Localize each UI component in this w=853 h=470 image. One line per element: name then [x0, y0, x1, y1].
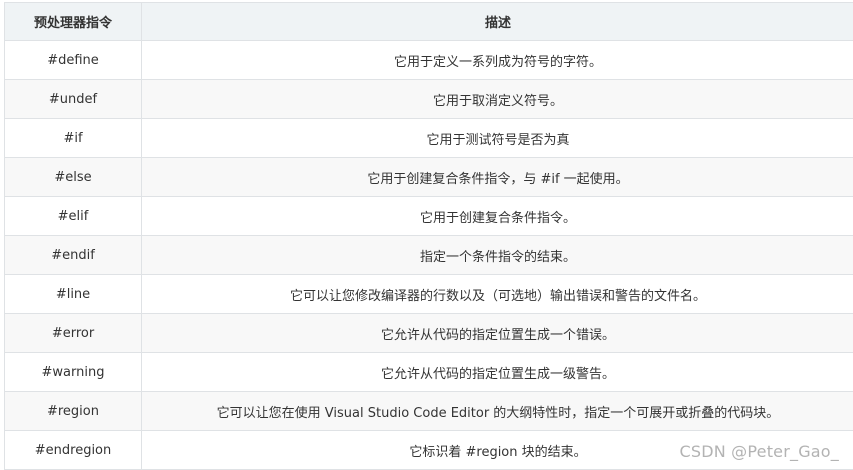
table-row: #if 它用于测试符号是否为真 [5, 119, 853, 158]
table-row: #elif 它用于创建复合条件指令。 [5, 197, 853, 236]
description-cell: 它用于测试符号是否为真 [426, 132, 570, 148]
table-row: #error 它允许从代码的指定位置生成一个错误。 [5, 314, 853, 353]
description-cell: 它用于创建复合条件指令。 [419, 210, 576, 226]
directive-cell: #warning [5, 353, 142, 391]
table-row: #endif 指定一个条件指令的结束。 [5, 236, 853, 275]
directive-cell: #endif [5, 236, 142, 274]
description-cell: 它允许从代码的指定位置生成一个错误。 [380, 327, 615, 343]
description-cell: 指定一个条件指令的结束。 [419, 249, 576, 265]
description-cell: 它用于取消定义符号。 [432, 93, 563, 109]
table-row: #else 它用于创建复合条件指令，与 #if 一起使用。 [5, 158, 853, 197]
table-row: #line 它可以让您修改编译器的行数以及（可选地）输出错误和警告的文件名。 [5, 275, 853, 314]
directive-cell: #endregion [5, 431, 142, 469]
description-cell: 它可以让您修改编译器的行数以及（可选地）输出错误和警告的文件名。 [289, 288, 706, 304]
table-row: #define 它用于定义一系列成为符号的字符。 [5, 41, 853, 80]
description-cell: 它可以让您在使用 Visual Studio Code Editor 的大纲特性… [216, 405, 780, 421]
directive-cell: #elif [5, 197, 142, 235]
description-cell: 它用于创建复合条件指令，与 #if 一起使用。 [367, 171, 629, 187]
table-row: #warning 它允许从代码的指定位置生成一级警告。 [5, 353, 853, 392]
table-row: #undef 它用于取消定义符号。 [5, 80, 853, 119]
description-cell: 它允许从代码的指定位置生成一级警告。 [380, 366, 615, 382]
directive-cell: #define [5, 41, 142, 79]
directive-cell: #if [5, 119, 142, 157]
directive-cell: #error [5, 314, 142, 352]
header-description: 描述 [484, 16, 511, 31]
directive-cell: #line [5, 275, 142, 313]
directive-cell: #region [5, 392, 142, 430]
directive-cell: #undef [5, 80, 142, 118]
directive-cell: #else [5, 158, 142, 196]
table-header-row: 预处理器指令 描述 [5, 3, 853, 41]
table-row: #region 它可以让您在使用 Visual Studio Code Edit… [5, 392, 853, 431]
header-directive: 预处理器指令 [5, 3, 142, 40]
preprocessor-directives-table: 预处理器指令 描述 #define 它用于定义一系列成为符号的字符。 #unde… [4, 2, 853, 470]
csdn-watermark: CSDN @Peter_Gao_ [679, 442, 839, 461]
description-cell: 它用于定义一系列成为符号的字符。 [393, 54, 602, 70]
